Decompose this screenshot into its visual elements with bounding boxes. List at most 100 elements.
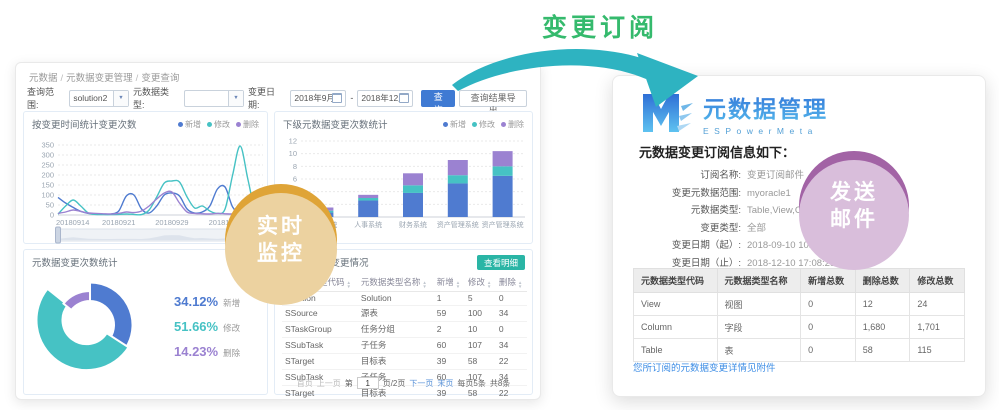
column-header[interactable]: 新增▲▼ (434, 274, 465, 291)
badge-text: 邮件 (830, 206, 878, 233)
table-cell: 1 (434, 291, 465, 305)
curved-arrow-icon (440, 33, 710, 125)
table-cell: 1,701 (910, 316, 965, 339)
field-label: 订阅名称: (623, 170, 741, 182)
svg-text:12: 12 (289, 137, 297, 146)
table-cell: 0 (496, 291, 527, 305)
column-header: 删除总数 (855, 269, 910, 293)
column-header: 元数据类型代码 (634, 269, 718, 293)
column-header: 元数据类型名称 (717, 269, 801, 293)
column-header: 修改总数 (910, 269, 965, 293)
donut-slice[interactable] (63, 291, 90, 310)
legend-label: 修改 (214, 119, 230, 130)
send-email-badge: 发送 邮件 (799, 151, 909, 261)
breadcrumb-item[interactable]: 元数据变更管理 (66, 73, 133, 84)
table-cell: STaskGroup (282, 321, 358, 337)
line-chart-title: 按变更时间统计变更次数 (32, 117, 137, 131)
bar-segment (448, 175, 468, 183)
bar-segment (403, 173, 423, 185)
chevron-down-icon[interactable]: ▼ (228, 91, 243, 106)
column-header[interactable]: 元数据类型名称▲▼ (358, 274, 434, 291)
stage: 变更订阅 元数据/元数据变更管理/变更查询 查询范围: solution2 ▼ … (0, 0, 999, 410)
calendar-icon[interactable] (399, 93, 409, 103)
table-row[interactable]: SSource源表5910034 (282, 305, 527, 321)
table-cell: 子任务 (358, 337, 434, 353)
legend-item[interactable]: 修改 (207, 119, 230, 130)
bar-segment (403, 193, 423, 217)
type-select[interactable]: ▼ (184, 90, 244, 107)
table-cell: 58 (465, 353, 496, 369)
page-number-input[interactable] (357, 377, 379, 389)
type-label: 元数据类型: (133, 85, 180, 111)
attachment-link[interactable]: 您所订阅的元数据变更详情见附件 (633, 360, 776, 374)
pager-last[interactable]: 末页 (437, 378, 453, 389)
svg-text:350: 350 (41, 141, 54, 150)
date-to-input[interactable]: 2018年12月10日 (357, 90, 413, 107)
table-cell: 字段 (717, 316, 801, 339)
table-row[interactable]: STaskGroup任务分组2100 (282, 321, 527, 337)
field-label: 变更类型: (623, 223, 741, 235)
field-value: 全部 (747, 223, 766, 235)
sort-icon[interactable]: ▲▼ (347, 281, 351, 289)
sort-icon[interactable]: ▲▼ (518, 281, 522, 289)
legend-item[interactable]: 新增 (178, 119, 201, 130)
donut-chart (26, 271, 166, 389)
legend-dot-icon (178, 122, 183, 127)
pager-next[interactable]: 下一页 (409, 378, 433, 389)
stat-row: 34.12%新增 (174, 294, 240, 309)
pager-prev[interactable]: 上一页 (317, 378, 341, 389)
table-cell: 1,680 (855, 316, 910, 339)
date-label: 变更日期: (248, 85, 286, 111)
pager-page-suffix: 页/2页 (383, 378, 406, 389)
chevron-down-icon[interactable]: ▼ (113, 91, 128, 106)
table-cell: 表 (717, 339, 801, 362)
column-header[interactable]: 删除▲▼ (496, 274, 527, 291)
sort-icon[interactable]: ▲▼ (487, 281, 491, 289)
table-cell: 源表 (358, 305, 434, 321)
view-detail-button[interactable]: 查看明细 (477, 255, 525, 270)
svg-text:人事系统: 人事系统 (354, 220, 382, 229)
table-cell: 2 (434, 321, 465, 337)
stat-percentage: 51.66% (174, 319, 218, 334)
subscription-field: 变更日期（起）:2018-09-10 10:35:45 (623, 240, 835, 252)
date-to-value: 2018年12月10日 (358, 92, 399, 104)
breadcrumb-item[interactable]: 元数据 (29, 73, 58, 84)
table-cell: SSubTask (282, 337, 358, 353)
bar-segment (448, 183, 468, 217)
svg-text:资产管理系统: 资产管理系统 (437, 220, 479, 229)
mail-heading: 元数据变更订阅信息如下： (639, 142, 795, 161)
svg-text:20180921: 20180921 (102, 218, 135, 227)
date-from-input[interactable]: 2018年9月10日 (290, 90, 346, 107)
banner-title: 变更订阅 (505, 8, 695, 44)
table-cell: 60 (434, 337, 465, 353)
table-cell: View (634, 293, 718, 316)
svg-text:资产管理系统: 资产管理系统 (482, 220, 524, 229)
subscription-field: 订阅名称:变更订阅邮件 (623, 170, 835, 182)
svg-text:50: 50 (46, 201, 54, 210)
stat-label: 新增 (223, 297, 240, 309)
sort-icon[interactable]: ▲▼ (422, 281, 426, 289)
table-cell: 5 (465, 291, 496, 305)
table-cell: 22 (496, 353, 527, 369)
table-cell: 39 (434, 353, 465, 369)
summary-table: 元数据类型代码元数据类型名称新增总数删除总数修改总数 View视图01224Co… (633, 268, 965, 362)
table-cell: Column (634, 316, 718, 339)
slider-handle[interactable] (56, 227, 61, 243)
table-row[interactable]: SSubTask子任务6010734 (282, 337, 527, 353)
breadcrumb-item[interactable]: 变更查询 (141, 73, 179, 84)
pager-first[interactable]: 首页 (297, 378, 313, 389)
table-row[interactable]: SolutionSolution150 (282, 291, 527, 305)
table-cell: 24 (910, 293, 965, 316)
badge-text: 发送 (830, 179, 878, 206)
pagination: 首页上一页第页/2页下一页末页每页5条共8条 (275, 377, 532, 389)
sort-icon[interactable]: ▲▼ (456, 281, 460, 289)
breadcrumb: 元数据/元数据变更管理/变更查询 (29, 70, 179, 84)
calendar-icon[interactable] (332, 93, 342, 103)
pager-per-page: 每页5条 (457, 378, 485, 389)
svg-text:20180929: 20180929 (155, 218, 188, 227)
column-header[interactable]: 修改▲▼ (465, 274, 496, 291)
scope-select[interactable]: solution2 ▼ (69, 90, 129, 107)
table-row[interactable]: STarget目标表395822 (282, 353, 527, 369)
date-separator: - (350, 93, 353, 103)
legend-item[interactable]: 删除 (236, 119, 259, 130)
